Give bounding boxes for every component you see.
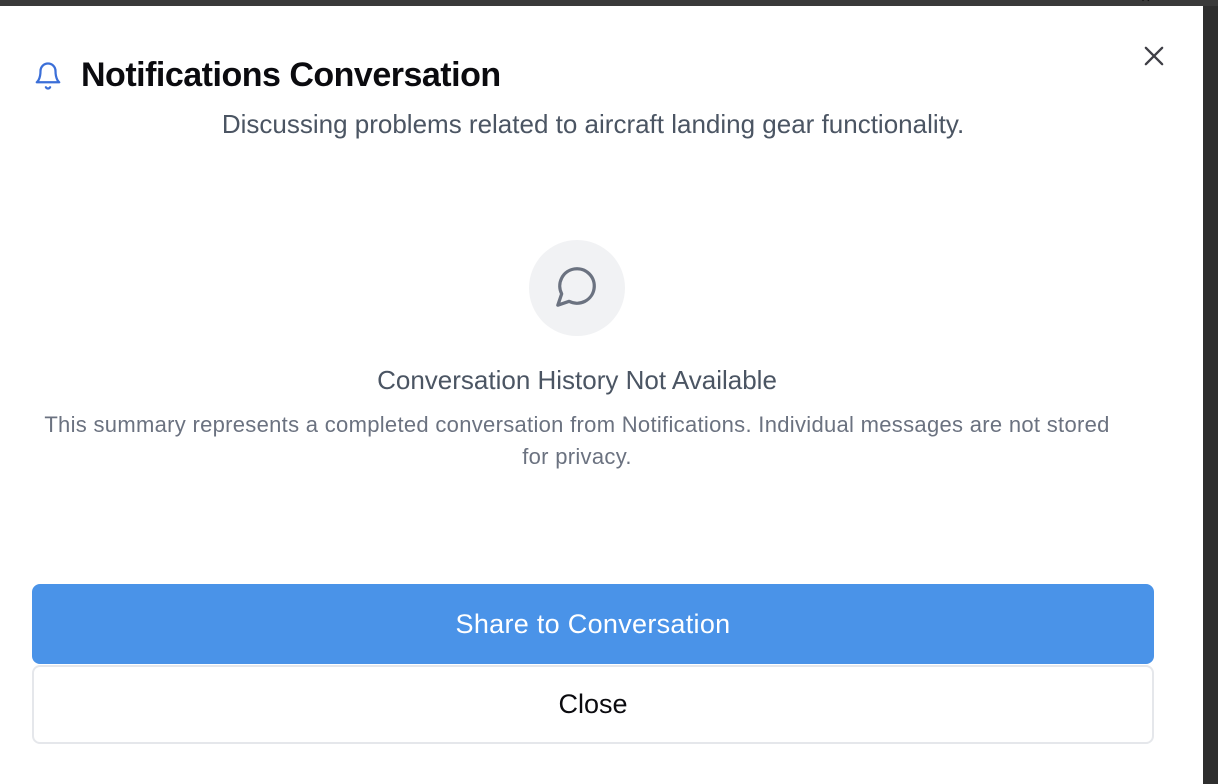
share-to-conversation-button[interactable]: Share to Conversation bbox=[32, 584, 1154, 664]
close-button[interactable]: Close bbox=[32, 665, 1154, 744]
dialog-title: Notifications Conversation bbox=[81, 56, 501, 94]
empty-state-icon-circle bbox=[529, 240, 625, 336]
empty-state-title: Conversation History Not Available bbox=[377, 365, 777, 395]
conversation-dialog: Notifications Conversation Discussing pr… bbox=[0, 6, 1203, 784]
window-edge bbox=[1203, 6, 1218, 784]
close-icon[interactable] bbox=[1140, 42, 1168, 70]
bell-icon bbox=[33, 59, 63, 93]
empty-state-description: This summary represents a completed conv… bbox=[44, 412, 1110, 469]
dialog-subtitle: Discussing problems related to aircraft … bbox=[221, 109, 965, 139]
message-circle-icon bbox=[554, 263, 600, 314]
